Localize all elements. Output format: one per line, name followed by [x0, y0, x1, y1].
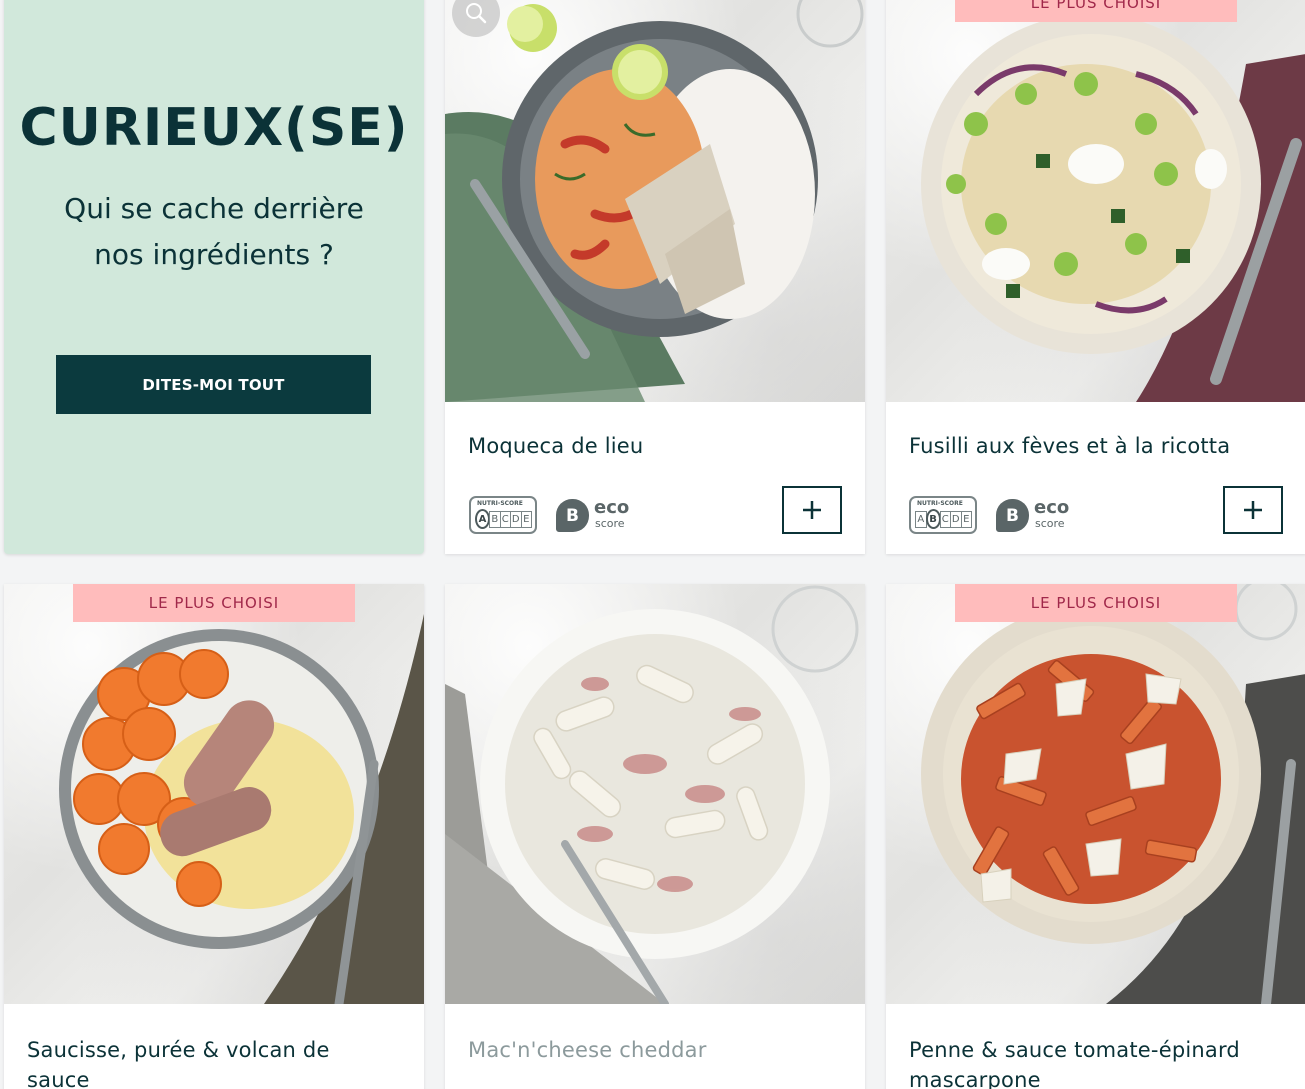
promo-card: CURIEUX(SE) Qui se cache derrière nos in…	[4, 0, 424, 554]
macncheese-dish-image	[445, 585, 859, 1004]
recipe-photo[interactable]: LE PLUS CHOISI	[886, 0, 1305, 402]
most-chosen-badge: LE PLUS CHOISI	[955, 0, 1237, 22]
moqueca-dish-image	[445, 0, 864, 402]
most-chosen-badge: LE PLUS CHOISI	[955, 584, 1237, 622]
plus-icon	[803, 501, 821, 519]
recipe-card-macncheese[interactable]: Mac'n'cheese cheddar	[445, 584, 865, 1089]
eco-leaf-icon: B	[556, 499, 589, 532]
recipe-photo[interactable]: LE PLUS CHOISI	[4, 584, 424, 1004]
nutri-score-badge: NUTRI-SCORE A B C D E	[469, 496, 537, 534]
add-recipe-button[interactable]	[1223, 486, 1283, 534]
nutri-score-badge: NUTRI-SCORE A B C D E	[909, 496, 977, 534]
most-chosen-badge: LE PLUS CHOISI	[73, 584, 355, 622]
recipe-card-moqueca[interactable]: Moqueca de lieu NUTRI-SCORE A B C D E B …	[445, 0, 865, 554]
recipe-photo[interactable]: LE PLUS CHOISI	[886, 584, 1305, 1004]
recipe-photo[interactable]	[445, 0, 865, 402]
recipe-photo[interactable]	[445, 584, 865, 1004]
promo-subtitle-line1: Qui se cache derrière	[64, 192, 364, 225]
penne-dish-image	[921, 584, 1305, 1004]
add-recipe-button[interactable]	[782, 486, 842, 534]
recipe-card-fusilli[interactable]: LE PLUS CHOISI Fusilli aux fèves et à la…	[886, 0, 1305, 554]
saucisse-dish-image	[59, 614, 424, 1004]
dites-moi-tout-button[interactable]: DITES-MOI TOUT	[56, 355, 371, 414]
eco-score-badge: B eco score	[556, 496, 636, 536]
recipe-card-penne[interactable]: LE PLUS CHOISI Penne & sauce tomate-épin…	[886, 584, 1305, 1089]
plus-icon	[1244, 501, 1262, 519]
eco-score-badge: B eco score	[996, 496, 1076, 536]
eco-leaf-icon: B	[996, 499, 1029, 532]
recipe-title[interactable]: Saucisse, purée & volcan de sauce	[27, 1035, 330, 1089]
recipe-card-saucisse[interactable]: LE PLUS CHOISI Saucisse, purée & volcan …	[4, 584, 424, 1089]
recipe-title[interactable]: Mac'n'cheese cheddar	[468, 1035, 707, 1065]
recipe-title[interactable]: Moqueca de lieu	[468, 431, 643, 461]
promo-subtitle-line2: nos ingrédients ?	[94, 238, 334, 271]
recipe-title[interactable]: Penne & sauce tomate-épinard mascarpone	[909, 1035, 1240, 1089]
promo-subtitle: Qui se cache derrière nos ingrédients ?	[34, 186, 394, 278]
fusilli-dish-image	[921, 14, 1305, 402]
recipe-title[interactable]: Fusilli aux fèves et à la ricotta	[909, 431, 1230, 461]
promo-title: CURIEUX(SE)	[19, 98, 409, 158]
